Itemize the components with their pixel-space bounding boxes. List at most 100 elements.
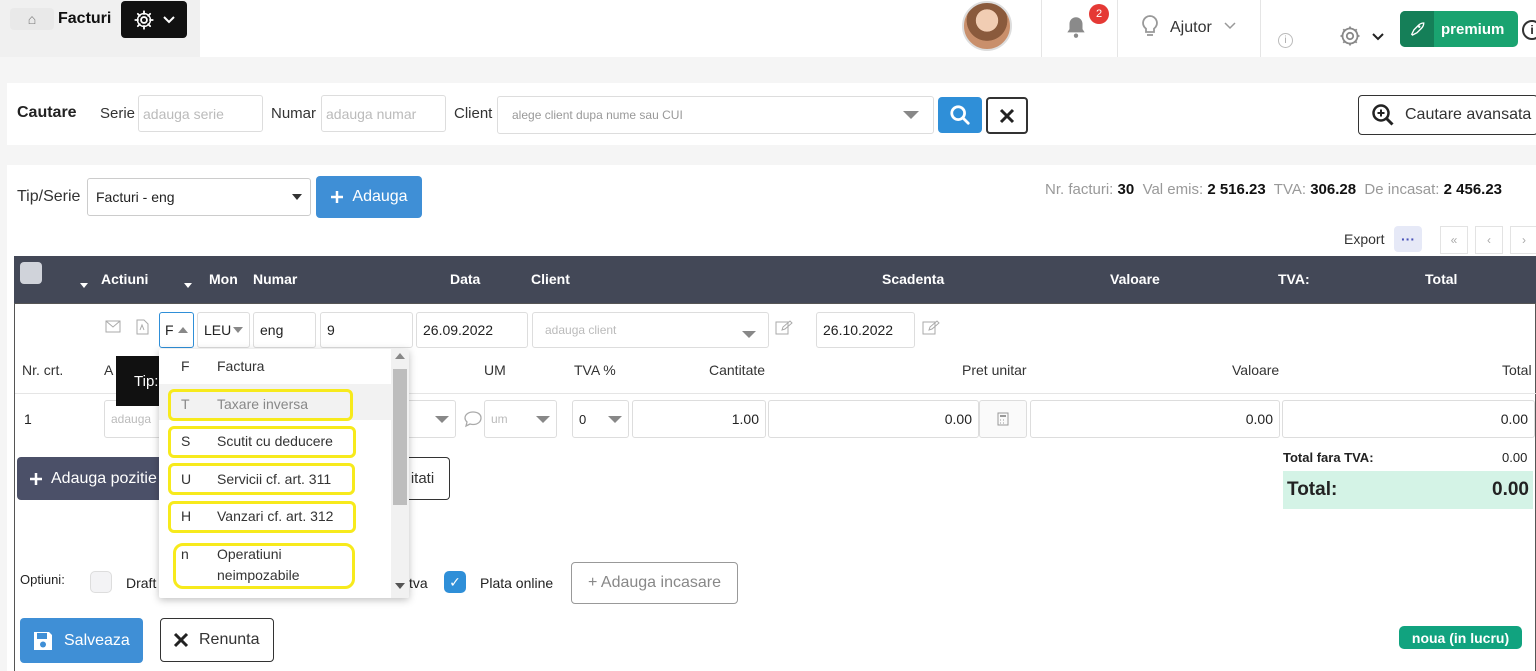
total-value: 0.00 <box>1492 479 1529 500</box>
cancel-label: Renunta <box>199 631 260 648</box>
highlight-annotation <box>168 463 355 495</box>
divider <box>1260 0 1261 57</box>
total-field[interactable]: 0.00 <box>1282 400 1535 438</box>
col-um: UM <box>484 362 506 378</box>
close-icon <box>999 108 1015 123</box>
tip-dropdown-list: F Factura T Taxare inversa S Scutit cu d… <box>159 349 409 598</box>
numar-field[interactable]: 9 <box>320 312 413 348</box>
col-scadenta[interactable]: Scadenta <box>882 271 944 287</box>
pdf-icon[interactable] <box>136 319 149 338</box>
col-client[interactable]: Client <box>531 271 570 287</box>
help-menu[interactable]: Ajutor <box>1170 19 1212 37</box>
pager-first-button[interactable]: « <box>1440 226 1468 254</box>
home-icon[interactable]: ⌂ <box>10 8 54 30</box>
scroll-down-icon[interactable] <box>395 583 405 589</box>
tva-select[interactable]: 0 <box>572 400 629 438</box>
pager-prev-button[interactable]: ‹ <box>1475 226 1503 254</box>
caret-down-icon[interactable] <box>184 283 192 288</box>
tva-option-label: tva <box>409 575 428 591</box>
val-emis-label: Val emis: <box>1142 181 1204 198</box>
bell-icon[interactable] <box>1063 14 1089 46</box>
um-placeholder: um <box>491 412 508 426</box>
valoare-field[interactable]: 0.00 <box>1030 400 1280 438</box>
col-mon[interactable]: Mon <box>209 271 238 287</box>
divider <box>1117 0 1118 57</box>
info-icon[interactable]: i <box>1522 20 1536 40</box>
col-actiuni[interactable]: Actiuni <box>101 271 148 287</box>
scroll-up-icon[interactable] <box>395 353 405 359</box>
dropdown-scroll-thumb[interactable] <box>393 369 407 505</box>
col-total[interactable]: Total <box>1425 271 1457 287</box>
add-incasare-button[interactable]: + Adauga incasare <box>571 562 738 604</box>
export-label: Export <box>1344 231 1385 247</box>
top-bar <box>0 0 1536 57</box>
client-field[interactable]: adauga client <box>532 312 769 348</box>
moneda-value: LEU <box>204 322 232 338</box>
pager-next-button[interactable]: › <box>1510 226 1536 254</box>
add-invoice-button[interactable]: Adauga <box>316 176 422 218</box>
info-icon[interactable]: i <box>1278 33 1293 48</box>
edit-scadenta-icon[interactable] <box>922 320 940 339</box>
scadenta-field[interactable]: 26.10.2022 <box>816 312 915 348</box>
serie-field[interactable]: eng <box>253 312 316 348</box>
col-numar[interactable]: Numar <box>253 271 297 287</box>
nr-facturi-value: 30 <box>1117 181 1135 198</box>
clear-search-button[interactable] <box>986 97 1028 134</box>
page-title: Facturi <box>58 10 112 27</box>
col-valoare[interactable]: Valoare <box>1110 271 1160 287</box>
pret-unitar-field[interactable]: 0.00 <box>768 400 979 438</box>
tva-value: 0 <box>579 411 587 427</box>
total-label: Total: <box>1287 479 1338 500</box>
chevron-down-icon <box>742 330 756 338</box>
gear-icon[interactable] <box>1338 24 1362 54</box>
draft-checkbox[interactable] <box>90 571 112 593</box>
numar-input[interactable]: adauga numar <box>321 95 446 132</box>
articol-select[interactable] <box>406 400 456 438</box>
col-tva[interactable]: TVA: <box>1278 271 1310 287</box>
tip-value: F <box>165 322 174 338</box>
add-position-button[interactable]: Adauga pozitie <box>17 457 167 500</box>
chevron-down-icon <box>903 111 919 119</box>
um-field[interactable]: um <box>484 400 557 438</box>
plus-icon <box>30 472 42 485</box>
user-avatar[interactable] <box>962 1 1012 51</box>
chevron-down-icon <box>435 415 449 423</box>
serie-input[interactable]: adauga serie <box>138 95 263 132</box>
comment-icon[interactable] <box>463 410 483 431</box>
envelope-icon[interactable] <box>105 320 121 336</box>
premium-label: premium <box>1441 20 1505 38</box>
tip-select[interactable]: F <box>159 312 194 348</box>
invoice-table-header: Actiuni Mon Numar Data Client Scadenta V… <box>14 256 1536 303</box>
col-total-pos: Total <box>1502 362 1532 378</box>
numar-label: Numar <box>271 105 317 122</box>
de-incasat-value: 2 456.23 <box>1443 181 1503 198</box>
highlight-annotation <box>168 389 353 421</box>
moneda-select[interactable]: LEU <box>197 312 250 348</box>
col-data[interactable]: Data <box>450 271 480 287</box>
rocket-icon <box>1400 11 1434 47</box>
advanced-search-button[interactable]: Cautare avansata <box>1358 95 1536 135</box>
search-title: Cautare <box>17 104 77 121</box>
select-all-checkbox[interactable] <box>20 262 42 284</box>
col-valoare-pos: Valoare <box>1232 362 1280 378</box>
tip-serie-select[interactable]: Facturi - eng <box>87 178 311 216</box>
calculator-icon[interactable] <box>979 400 1027 438</box>
divider <box>1041 0 1042 57</box>
cancel-button[interactable]: Renunta <box>160 618 274 662</box>
plata-online-checkbox[interactable]: ✓ <box>444 571 466 593</box>
data-field[interactable]: 26.09.2022 <box>416 312 528 348</box>
settings-dropdown-button[interactable] <box>121 1 187 38</box>
nr-facturi-label: Nr. facturi: <box>1045 181 1114 198</box>
cantitate-field[interactable]: 1.00 <box>632 400 766 438</box>
export-menu-button[interactable]: ··· <box>1394 226 1422 252</box>
premium-button[interactable]: premium <box>1400 11 1518 47</box>
chevron-down-icon <box>608 415 622 423</box>
search-button[interactable] <box>938 97 982 133</box>
gear-icon <box>134 9 154 30</box>
caret-down-icon[interactable] <box>80 283 88 288</box>
col-cantitate: Cantitate <box>709 362 766 378</box>
client-select[interactable]: alege client dupa nume sau CUI <box>497 96 934 134</box>
total-fara-tva-value: 0.00 <box>1502 450 1528 465</box>
edit-client-icon[interactable] <box>775 320 793 339</box>
save-button[interactable]: Salveaza <box>20 618 143 663</box>
